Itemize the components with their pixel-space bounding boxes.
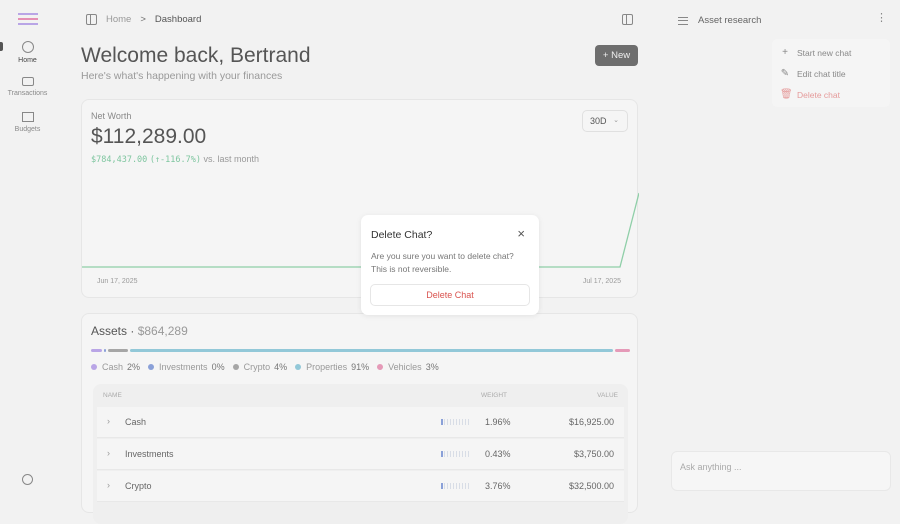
breadcrumb: Home > Dashboard	[86, 14, 201, 25]
chevron-right-icon[interactable]: ›	[107, 448, 110, 458]
legend-item: Vehicles 3%	[377, 362, 439, 372]
pencil-icon: ✎	[780, 68, 790, 79]
net-worth-label: Net Worth	[91, 111, 132, 121]
new-label: New	[611, 50, 631, 61]
allocation-bar	[91, 349, 630, 352]
chevron-down-icon: ⌄	[613, 117, 619, 124]
credit-card-icon	[21, 77, 34, 86]
weight-bar	[441, 451, 470, 457]
plus-icon: +	[602, 50, 609, 61]
close-icon[interactable]: ×	[517, 226, 525, 241]
dialog-title: Delete Chat?	[371, 229, 433, 241]
menu-item-delete-chat[interactable]: 🗑 Delete chat	[772, 84, 890, 105]
trash-icon: 🗑	[780, 89, 793, 100]
table-row[interactable]: › Cash 1.96% $16,925.00	[97, 407, 624, 438]
chart-end-date: Jul 17, 2025	[582, 278, 621, 285]
net-worth-value: $112,289.00	[91, 125, 207, 148]
bar-cash	[91, 349, 102, 352]
bar-investments	[104, 349, 106, 352]
legend-item: Cash 2%	[91, 362, 140, 372]
net-worth-card: Net Worth $112,289.00 $784,437.00 (↑-116…	[81, 99, 639, 298]
chat-header: Asset research	[678, 15, 761, 26]
table-row[interactable]: › Investments 0.43% $3,750.00	[97, 439, 624, 470]
chevron-right-icon: >	[140, 14, 146, 25]
chevron-right-icon[interactable]: ›	[107, 416, 110, 426]
chart-start-date: Jun 17, 2025	[97, 278, 138, 285]
pie-chart-icon	[21, 41, 34, 53]
breadcrumb-current: Dashboard	[154, 14, 202, 25]
sidebar-item-label: Transactions	[7, 90, 48, 97]
bar-vehicles	[615, 349, 630, 352]
bar-properties	[130, 349, 613, 352]
sidebar: Home Transactions Budgets	[0, 0, 55, 485]
assets-title: Assets · $864,289	[91, 324, 188, 338]
bar-crypto	[108, 349, 128, 352]
page-title: Welcome back, Bertrand	[81, 44, 311, 67]
dialog-body: Are you sure you want to delete chat? Th…	[371, 251, 514, 274]
help-icon[interactable]	[22, 474, 33, 485]
page-subtitle: Here's what's happening with your financ…	[81, 70, 283, 82]
change-amount: $784,437.00	[91, 155, 148, 165]
net-worth-change: $784,437.00 (↑-116.7%) vs. last month	[91, 154, 259, 165]
period-value: 30D	[590, 116, 607, 126]
assets-table: NAME WEIGHT VALUE › Cash 1.96% $16,925.00 ›…	[93, 384, 628, 524]
change-percent: (↑-116.7%)	[149, 155, 201, 165]
app-logo[interactable]	[18, 13, 38, 27]
toggle-chat-panel-icon[interactable]	[622, 14, 633, 25]
map-icon	[21, 112, 34, 122]
chat-options-menu: + Start new chat ✎ Edit chat title 🗑 Delete…	[772, 39, 890, 107]
assets-label: Assets	[91, 324, 128, 338]
column-name: NAME	[103, 392, 122, 399]
assets-card: Assets · $864,289 Cash 2% Investments 0% C…	[81, 313, 638, 524]
period-select[interactable]: 30D ⌄	[582, 110, 628, 132]
column-value: VALUE	[597, 392, 618, 399]
sidebar-item-label: Home	[18, 57, 37, 64]
sidebar-item-home[interactable]: Home	[0, 41, 55, 64]
assets-total: $864,289	[137, 324, 188, 338]
sidebar-item-label: Budgets	[14, 126, 41, 133]
change-suffix: vs. last month	[203, 154, 260, 164]
legend-item: Properties 91%	[295, 362, 369, 372]
new-button[interactable]: + New	[595, 45, 638, 66]
more-options-icon[interactable]: ⋮	[876, 13, 887, 24]
menu-item-edit-chat-title[interactable]: ✎ Edit chat title	[772, 63, 890, 84]
assets-legend: Cash 2% Investments 0% Crypto 4% Properties…	[91, 362, 439, 372]
column-weight: WEIGHT	[481, 392, 507, 399]
chat-input-placeholder: Ask anything ...	[680, 462, 742, 472]
chat-title: Asset research	[698, 15, 762, 26]
weight-bar	[441, 419, 470, 425]
menu-icon[interactable]	[678, 16, 688, 25]
sidebar-item-transactions[interactable]: Transactions	[0, 77, 55, 97]
breadcrumb-home[interactable]: Home	[106, 14, 131, 25]
plus-icon: +	[782, 47, 788, 58]
toggle-sidebar-icon[interactable]	[86, 14, 97, 25]
chat-input[interactable]: Ask anything ...	[671, 451, 891, 491]
legend-item: Investments 0%	[148, 362, 225, 372]
sidebar-item-budgets[interactable]: Budgets	[0, 112, 55, 133]
legend-item: Crypto 4%	[232, 362, 287, 372]
table-row[interactable]: › Crypto 3.76% $32,500.00	[97, 471, 624, 502]
delete-chat-button[interactable]: Delete Chat	[370, 284, 530, 306]
menu-item-start-new-chat[interactable]: + Start new chat	[772, 42, 890, 63]
chevron-right-icon[interactable]: ›	[107, 480, 110, 490]
delete-chat-dialog: Delete Chat? × Are you sure you want to …	[361, 215, 539, 315]
